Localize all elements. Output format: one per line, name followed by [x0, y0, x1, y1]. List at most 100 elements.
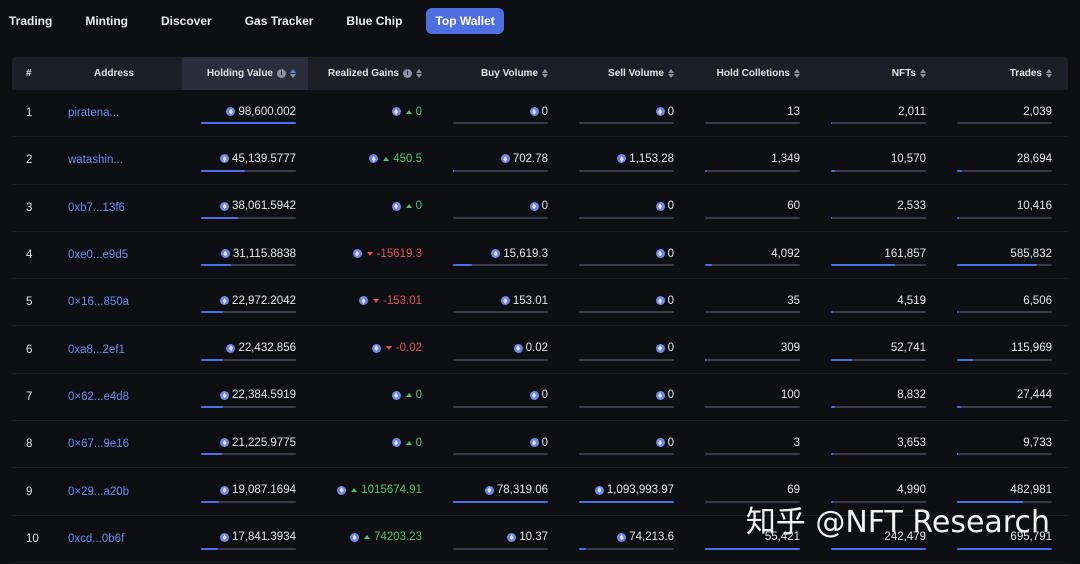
- header-trades[interactable]: Trades: [938, 57, 1064, 90]
- hold-collections-value-group: 35: [705, 279, 800, 325]
- buy-volume-cell: 10.37: [434, 516, 560, 562]
- nfts-bar-fill: [831, 169, 835, 172]
- sell-volume-bar: [579, 406, 674, 409]
- sort-icon[interactable]: [668, 69, 674, 78]
- wallet-address-link[interactable]: watashin...: [52, 137, 182, 183]
- hold-collections-bar: [705, 216, 800, 219]
- eth-icon: [655, 107, 665, 117]
- sort-icon[interactable]: [290, 69, 296, 78]
- rank-cell: 5: [26, 296, 33, 309]
- wallet-address-link[interactable]: 0xa8...2ef1: [52, 326, 182, 372]
- holding-value-value-group: 45,139.5777: [201, 137, 296, 183]
- trades-bar-fill: [957, 264, 1037, 267]
- realized-gains-value: 450.5: [393, 152, 422, 165]
- sort-icon[interactable]: [542, 69, 548, 78]
- trades-value-group: 585,832: [957, 232, 1052, 278]
- table-row[interactable]: 7 0×62...e4d8 22,384.5919 0 0 0 100 8,832 27,444: [12, 374, 1068, 422]
- wallet-address-link[interactable]: 0xb7...13f6: [52, 185, 182, 231]
- info-icon[interactable]: i: [403, 69, 412, 78]
- trades-value-row: 2,039: [1023, 106, 1052, 118]
- trades-cell: 9,733: [938, 421, 1064, 467]
- sort-icon[interactable]: [1046, 69, 1052, 78]
- sell-volume-cell: 0: [560, 374, 686, 420]
- header-buy-volume[interactable]: Buy Volume: [434, 57, 560, 90]
- table-row[interactable]: 3 0xb7...13f6 38,061.5942 0 0 0 60 2,533 10,416: [12, 185, 1068, 232]
- table-body: 1 piratena... 98,600.002 0 0 0 13 2,011 2,039 2 wa…: [12, 90, 1068, 563]
- table-row[interactable]: 4 0xe0...e9d5 31,115.8838 -15619.3 15,619.3 0…: [12, 232, 1068, 280]
- eth-icon: [655, 343, 665, 353]
- buy-volume-value: 0.02: [525, 342, 548, 355]
- hold-collections-cell: 60: [686, 185, 812, 231]
- realized-gains-cell: 1015674.91: [308, 468, 434, 514]
- header-holding-value[interactable]: Holding Value i: [182, 57, 308, 90]
- table-row[interactable]: 8 0×67...9e16 21,225.9775 0 0 0 3 3,653 9,733: [12, 421, 1068, 469]
- wallet-address-link[interactable]: 0xe0...e9d5: [52, 232, 182, 278]
- holding-value-value-group: 17,841.3934: [201, 516, 296, 562]
- wallet-address-link[interactable]: 0×29...a20b: [52, 468, 182, 514]
- buy-volume-value: 0: [541, 389, 548, 402]
- tab-blue-chip[interactable]: Blue Chip: [337, 8, 411, 34]
- tab-minting[interactable]: Minting: [76, 8, 137, 34]
- sell-volume-value: 0: [667, 105, 674, 118]
- wallet-address-link[interactable]: 0×62...e4d8: [52, 374, 182, 420]
- table-row[interactable]: 5 0×16...850a 22,972.2042 -153.01 153.01 0 35 4…: [12, 279, 1068, 327]
- realized-gains-group: 0: [391, 389, 422, 401]
- buy-volume-bar: [453, 547, 548, 550]
- nfts-value: 2,011: [898, 105, 926, 118]
- wallet-address-link[interactable]: 0×16...850a: [52, 279, 182, 325]
- header-sell-volume[interactable]: Sell Volume: [560, 57, 686, 90]
- header-nfts[interactable]: NFTs: [812, 57, 938, 90]
- table-row[interactable]: 1 piratena... 98,600.002 0 0 0 13 2,011 2,039: [12, 90, 1068, 138]
- nfts-value-group: 10,570: [831, 137, 926, 183]
- nfts-value: 8,832: [897, 389, 926, 402]
- sort-icon[interactable]: [416, 69, 422, 78]
- caret-up-icon: [405, 204, 412, 209]
- hold-collections-value-row: 100: [781, 389, 800, 401]
- tab-gas-tracker[interactable]: Gas Tracker: [236, 8, 323, 34]
- sell-volume-bar: [579, 547, 674, 550]
- holding-value-bar-fill: [201, 311, 223, 314]
- trades-bar: [957, 358, 1052, 361]
- sell-volume-value-row: 1,093,993.97: [594, 484, 674, 496]
- tab-discover[interactable]: Discover: [152, 8, 221, 34]
- realized-gains-group: 1015674.91: [337, 484, 422, 496]
- hold-collections-bar: [705, 547, 800, 550]
- buy-volume-bar-fill: [453, 264, 472, 267]
- sell-volume-value-group: 0: [579, 326, 674, 372]
- buy-volume-cell: 702.78: [434, 137, 560, 183]
- nfts-bar-fill: [831, 264, 895, 267]
- sell-volume-cell: 0: [560, 90, 686, 136]
- trades-value-row: 6,506: [1023, 295, 1052, 307]
- caret-up-icon: [405, 440, 412, 445]
- wallet-address-link[interactable]: 0×67...9e16: [52, 421, 182, 467]
- header-hold-collections[interactable]: Hold Colletions: [686, 57, 812, 90]
- eth-icon: [655, 296, 665, 306]
- table-row[interactable]: 6 0xa8...2ef1 22,432.856 -0.02 0.02 0 309 52,74…: [12, 326, 1068, 374]
- buy-volume-bar: [453, 169, 548, 172]
- hold-collections-value-row: 60: [787, 200, 800, 212]
- trades-bar: [957, 264, 1052, 267]
- trades-bar: [957, 311, 1052, 314]
- nfts-value-row: 3,653: [897, 437, 926, 449]
- nfts-bar: [831, 358, 926, 361]
- buy-volume-value-row: 702.78: [500, 153, 548, 165]
- wallet-address-link[interactable]: piratena...: [52, 90, 182, 136]
- header-realized-gains[interactable]: Realized Gains i: [308, 57, 434, 90]
- holding-value-value: 38,061.5942: [232, 200, 296, 213]
- sort-icon[interactable]: [920, 69, 926, 78]
- realized-gains-group: 0: [391, 437, 422, 449]
- nfts-value: 10,570: [890, 152, 926, 165]
- sell-volume-value: 0: [667, 200, 674, 213]
- sell-volume-cell: 1,153.28: [560, 137, 686, 183]
- tab-trading[interactable]: Trading: [0, 8, 61, 34]
- info-icon[interactable]: i: [277, 69, 286, 78]
- nfts-cell: 2,533: [812, 185, 938, 231]
- trades-value-group: 9,733: [957, 421, 1052, 467]
- tab-top-wallet[interactable]: Top Wallet: [426, 8, 504, 34]
- eth-icon: [220, 390, 230, 400]
- sort-icon[interactable]: [794, 69, 800, 78]
- rank-cell: 8: [26, 438, 33, 451]
- nfts-bar: [831, 453, 926, 456]
- wallet-address-link[interactable]: 0xcd...0b6f: [52, 516, 182, 562]
- table-row[interactable]: 2 watashin... 45,139.5777 450.5 702.78 1,153.…: [12, 137, 1068, 185]
